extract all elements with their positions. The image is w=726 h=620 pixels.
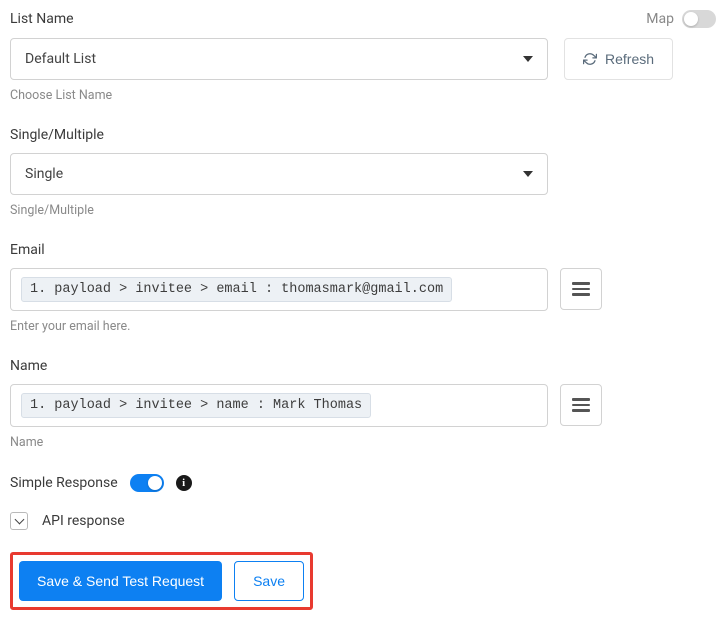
label-row: Email bbox=[10, 242, 716, 258]
name-menu-button[interactable] bbox=[560, 384, 602, 426]
single-multiple-label: Single/Multiple bbox=[10, 127, 104, 143]
label-row: List Name Map bbox=[10, 10, 716, 28]
name-label: Name bbox=[10, 358, 47, 374]
label-row: Single/Multiple bbox=[10, 127, 716, 143]
simple-response-label: Simple Response bbox=[10, 475, 118, 491]
single-multiple-select[interactable]: Single bbox=[10, 153, 548, 195]
email-helper: Enter your email here. bbox=[10, 319, 716, 334]
hamburger-icon bbox=[572, 282, 590, 296]
toggle-knob bbox=[684, 12, 698, 26]
refresh-label: Refresh bbox=[605, 51, 654, 67]
refresh-button[interactable]: Refresh bbox=[564, 38, 673, 80]
caret-down-icon bbox=[523, 56, 533, 62]
email-row: 1. payload > invitee > email : thomasmar… bbox=[10, 268, 716, 311]
save-button[interactable]: Save bbox=[234, 561, 304, 601]
list-name-label: List Name bbox=[10, 11, 74, 27]
name-helper: Name bbox=[10, 435, 716, 450]
email-input[interactable]: 1. payload > invitee > email : thomasmar… bbox=[10, 268, 548, 311]
hamburger-icon bbox=[572, 398, 590, 412]
single-multiple-value: Single bbox=[25, 166, 63, 182]
refresh-icon bbox=[583, 52, 597, 66]
email-menu-button[interactable] bbox=[560, 268, 602, 310]
list-name-helper: Choose List Name bbox=[10, 88, 716, 103]
name-input[interactable]: 1. payload > invitee > name : Mark Thoma… bbox=[10, 384, 548, 427]
simple-response-toggle[interactable] bbox=[130, 474, 164, 492]
field-name: Name 1. payload > invitee > name : Mark … bbox=[10, 358, 716, 450]
name-row: 1. payload > invitee > name : Mark Thoma… bbox=[10, 384, 716, 427]
list-name-row: Default List Refresh bbox=[10, 38, 716, 80]
api-response-label: API response bbox=[42, 513, 125, 529]
email-label: Email bbox=[10, 242, 45, 258]
name-chip: 1. payload > invitee > name : Mark Thoma… bbox=[21, 393, 371, 418]
simple-response-row: Simple Response i bbox=[10, 474, 716, 492]
field-email: Email 1. payload > invitee > email : tho… bbox=[10, 242, 716, 334]
chevron-down-icon bbox=[14, 515, 24, 525]
info-icon[interactable]: i bbox=[176, 475, 192, 491]
map-label: Map bbox=[646, 11, 674, 27]
field-single-multiple: Single/Multiple Single Single/Multiple bbox=[10, 127, 716, 218]
toggle-knob bbox=[148, 476, 162, 490]
single-multiple-helper: Single/Multiple bbox=[10, 203, 716, 218]
email-chip: 1. payload > invitee > email : thomasmar… bbox=[21, 277, 452, 302]
field-list-name: List Name Map Default List Refresh Choos… bbox=[10, 10, 716, 103]
api-response-row: API response bbox=[10, 512, 716, 530]
map-toggle-group: Map bbox=[646, 10, 716, 28]
api-response-expand[interactable] bbox=[10, 512, 28, 530]
list-name-select[interactable]: Default List bbox=[10, 38, 548, 80]
save-send-test-button[interactable]: Save & Send Test Request bbox=[19, 561, 222, 601]
caret-down-icon bbox=[523, 171, 533, 177]
label-row: Name bbox=[10, 358, 716, 374]
list-name-value: Default List bbox=[25, 51, 96, 67]
action-button-row-highlight: Save & Send Test Request Save bbox=[10, 552, 313, 610]
map-toggle[interactable] bbox=[682, 10, 716, 28]
